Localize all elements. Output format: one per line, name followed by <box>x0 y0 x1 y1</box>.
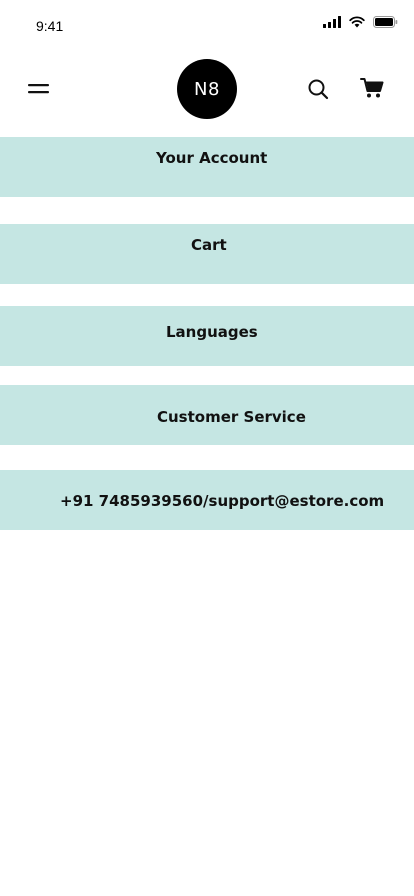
menu-item-label: Languages <box>166 323 258 341</box>
logo[interactable]: N8 <box>177 59 237 119</box>
search-button[interactable] <box>307 78 329 100</box>
cart-button[interactable] <box>360 77 384 99</box>
cart-icon <box>360 78 384 98</box>
status-icons <box>323 16 398 28</box>
menu-item-cart[interactable]: Cart <box>0 224 414 284</box>
wifi-icon <box>349 16 365 28</box>
search-icon <box>308 79 329 100</box>
logo-text: N8 <box>194 78 220 100</box>
menu-item-label: Cart <box>191 236 227 254</box>
menu-item-contact[interactable]: +91 7485939560/support@estore.com <box>0 470 414 530</box>
contact-info: +91 7485939560/support@estore.com <box>60 492 385 510</box>
signal-icon <box>323 16 341 28</box>
menu-item-languages[interactable]: Languages <box>0 306 414 366</box>
menu-item-label: Your Account <box>156 149 268 167</box>
header: N8 <box>0 55 414 125</box>
status-time: 9:41 <box>36 18 64 34</box>
menu-button[interactable] <box>28 81 50 97</box>
menu-item-your-account[interactable]: Your Account <box>0 137 414 197</box>
menu-item-label: Customer Service <box>157 408 306 426</box>
battery-icon <box>373 16 398 28</box>
hamburger-icon <box>28 84 49 94</box>
status-bar: 9:41 <box>0 0 414 50</box>
menu-item-customer-service[interactable]: Customer Service <box>0 385 414 445</box>
